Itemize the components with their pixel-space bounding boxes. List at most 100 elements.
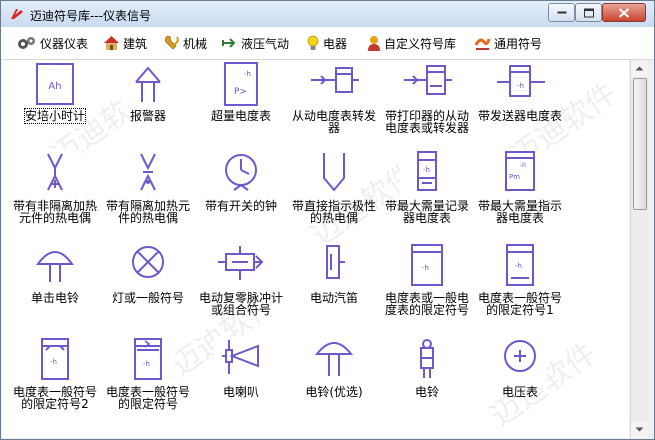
symbol-energy-meter-qualifier[interactable]: -h 电度表一般符号 的限定符号 [101,336,195,430]
svg-text:-h: -h [517,82,524,90]
category-label: 液压气动 [241,36,290,51]
meter-with-transmitter-symbol-icon: -h [497,65,545,97]
alarm-symbol-icon [135,66,161,102]
symbol-label: 带最大需量记录 器电度表 [384,199,469,225]
category-custom[interactable]: 自定义符号库 [367,33,456,53]
symbol-meter-with-transmitter[interactable]: -h 带发送器电度表 [473,60,567,154]
symbol-bell-preferred[interactable]: 电铃(优选) [287,336,381,430]
maximize-button[interactable] [575,3,602,22]
svg-text:-h: -h [143,360,150,368]
symbol-bell[interactable]: 电铃 [380,336,474,430]
building-icon [104,36,119,50]
symbol-label: 带打印器的从动 电度表或转发器 [384,109,469,135]
category-instruments[interactable]: 仪器仪表 [17,33,88,53]
scroll-thumb[interactable] [633,78,647,210]
minimize-button[interactable] [548,3,575,22]
close-icon [618,7,630,18]
symbol-single-stroke-bell[interactable]: 单击电铃 [8,242,102,336]
symbol-alarm[interactable]: 报警器 [101,60,195,154]
symbol-clock-with-switch[interactable]: 带有开关的钟 [194,150,288,244]
chevron-up-icon [635,66,644,71]
symbol-grid: 迈迪软件 迈迪软件 迈迪软件 迈迪软件 迈迪软件 Ah 安培小时计 报警器 -h… [2,60,629,438]
symbol-energy-meter-qualifier-1[interactable]: -h 电度表一般符号 的限定符号1 [473,242,567,336]
symbol-lamp[interactable]: 灯或一般符号 [101,242,195,336]
symbol-ampere-hour-meter[interactable]: Ah 安培小时计 [8,60,102,154]
symbol-label: 电动复零脉冲计 或组合符号 [198,291,283,317]
app-window: 迈迪符号库---仪表信号 仪器仪表 建筑 机械 液压气动 电器 自定义符号库 通… [0,0,655,440]
symbol-thermocouple-non-isolated[interactable]: 带有非隔离加热 元件的热电偶 [8,150,102,244]
symbol-excess-energy-meter[interactable]: -h P> 超量电度表 [194,60,288,154]
symbol-label: 电动汽笛 [309,291,358,305]
symbol-label: 带有隔离加热元 件的热电偶 [105,199,190,225]
scroll-down-button[interactable] [631,421,648,438]
chevron-down-icon [635,427,644,432]
category-label: 通用符号 [494,36,543,51]
symbol-label: 安培小时计 [23,108,87,124]
svg-text:-h: -h [50,358,57,366]
energy-meter-general-symbol-icon: -h [411,244,443,286]
symbol-label: 电度表一般符号 的限定符号2 [12,385,97,411]
general-symbol-icon [474,38,491,50]
category-toolbar: 仪器仪表 建筑 机械 液压气动 电器 自定义符号库 通用符号 [1,27,654,60]
category-general[interactable]: 通用符号 [474,33,542,53]
symbol-meter-max-demand-indicator[interactable]: -h Pm 带最大需量指示 器电度表 [473,150,567,244]
symbol-voltmeter[interactable]: 电压表 [473,336,567,430]
minimize-icon [557,11,566,13]
symbol-slave-meter-with-printer[interactable]: 带打印器的从动 电度表或转发器 [380,60,474,154]
symbol-electric-reset-pulse-counter[interactable]: 电动复零脉冲计 或组合符号 [194,242,288,336]
meter-max-demand-recorder-symbol-icon: -h [417,151,437,191]
close-button[interactable] [602,3,646,22]
bell-symbol-icon [420,339,434,378]
symbol-label: 单击电铃 [30,291,79,305]
maximize-icon [583,8,594,17]
bell-preferred-symbol-icon [314,342,354,376]
symbol-electric-siren[interactable]: 电动汽笛 [287,242,381,336]
user-icon [368,36,380,51]
voltmeter-symbol-icon [504,340,536,372]
symbol-energy-meter-qualifier-2[interactable]: -h 电度表一般符号 的限定符号2 [8,336,102,430]
category-building[interactable]: 建筑 [103,33,147,53]
symbol-label: 电铃(优选) [305,385,363,399]
symbol-thermocouple-isolated[interactable]: 带有隔离加热元 件的热电偶 [101,150,195,244]
electric-reset-pulse-counter-symbol-icon [218,246,264,280]
category-label: 电器 [323,36,348,51]
symbol-label: 带有非隔离加热 元件的热电偶 [12,199,97,225]
category-label: 仪器仪表 [40,36,89,51]
category-mechanical[interactable]: 机械 [163,33,207,53]
wrench-icon [164,35,179,50]
category-electrical[interactable]: 电器 [306,33,347,53]
category-hydraulic[interactable]: 液压气动 [221,33,289,53]
symbol-label: 电铃 [414,385,439,399]
symbol-label: 带最大需量指示 器电度表 [477,199,562,225]
symbol-label: 带直接指示极性 的热电偶 [291,199,376,225]
electric-horn-symbol-icon [222,340,259,374]
symbol-meter-max-demand-recorder[interactable]: -h 带最大需量记录 器电度表 [380,150,474,244]
scroll-up-button[interactable] [631,60,648,77]
window-title: 迈迪符号库---仪表信号 [30,9,151,23]
energy-meter-qualifier-1-symbol-icon: -h [506,244,534,286]
symbol-electric-horn[interactable]: 电喇叭 [194,336,288,430]
lamp-symbol-icon [132,246,164,278]
svg-text:-h: -h [244,70,251,78]
slave-meter-with-printer-symbol-icon [404,65,452,95]
clock-with-switch-symbol-icon [225,154,257,191]
svg-text:-h: -h [422,264,429,272]
symbol-label: 从动电度表转发 器 [291,109,376,135]
electric-siren-symbol-icon [326,245,345,279]
symbol-label: 带发送器电度表 [477,109,562,123]
svg-text:-h: -h [520,162,526,169]
gears-icon [18,37,35,49]
symbol-slave-meter-repeater[interactable]: 从动电度表转发 器 [287,60,381,154]
symbol-label: 超量电度表 [210,109,271,123]
symbol-label: 电度表或一般电 度表的限定符号 [384,291,469,317]
symbol-energy-meter-general[interactable]: -h 电度表或一般电 度表的限定符号 [380,242,474,336]
symbol-label: 报警器 [129,109,166,123]
excess-energy-meter-symbol-icon: -h P> [224,62,258,106]
title-bar[interactable]: 迈迪符号库---仪表信号 [1,1,654,27]
light-bulb-icon [307,35,319,50]
svg-text:P>: P> [234,87,247,97]
single-stroke-bell-symbol-icon [36,251,74,282]
symbol-thermocouple-polarity[interactable]: 带直接指示极性 的热电偶 [287,150,381,244]
category-label: 机械 [183,36,208,51]
vertical-scrollbar[interactable] [630,60,648,438]
